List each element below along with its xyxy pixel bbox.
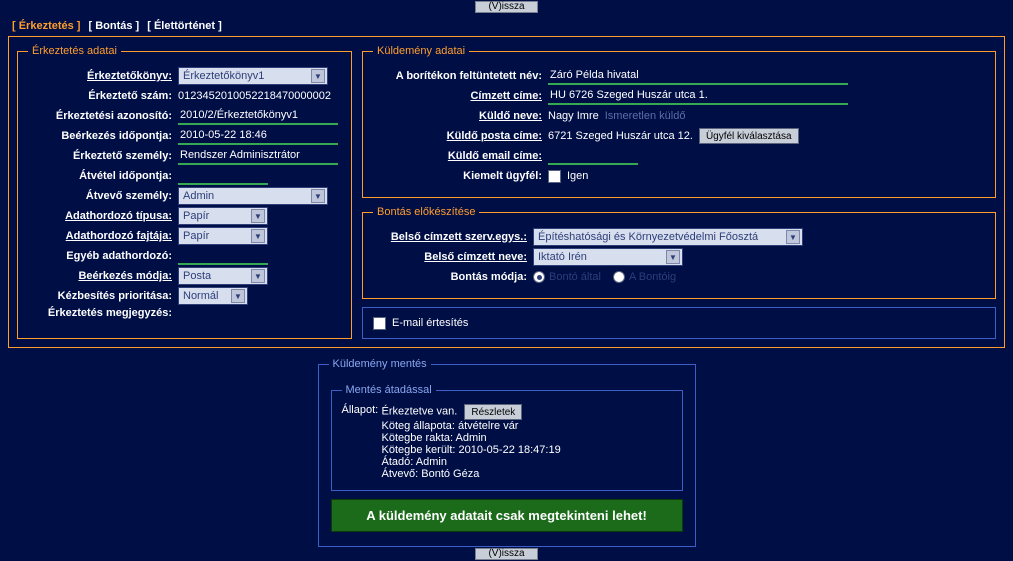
chevron-down-icon: ▼ xyxy=(231,289,245,303)
chevron-down-icon: ▼ xyxy=(311,189,325,203)
select-kprio-value: Normál xyxy=(183,290,218,302)
select-atvsz-value: Admin xyxy=(183,190,214,202)
select-adtip[interactable]: Papír ▼ xyxy=(178,207,268,225)
chevron-down-icon: ▼ xyxy=(666,250,680,264)
igen-label: Igen xyxy=(567,170,588,182)
kuldemeny-fieldset: Küldemény adatai A borítékon feltüntetet… xyxy=(362,45,996,198)
input-boritek[interactable]: Záró Példa hivatal xyxy=(548,68,848,85)
input-cimzett[interactable]: HU 6726 Szeged Huszár utca 1. xyxy=(548,88,848,105)
select-adfajta-value: Papír xyxy=(183,230,209,242)
select-bontnev-value: Iktató Irén xyxy=(538,251,587,263)
reszletek-button[interactable]: Részletek xyxy=(464,404,522,420)
input-atvido[interactable] xyxy=(178,168,268,185)
lbl-konyv[interactable]: Érkeztetőkönyv: xyxy=(28,70,178,82)
state-line2: Köteg állapota: átvételre vár xyxy=(382,420,561,432)
erkeztetes-legend: Érkeztetés adatai xyxy=(28,45,121,57)
state-line6: Átvevő: Bontó Géza xyxy=(382,468,561,480)
ugyfel-button[interactable]: Ügyfél kiválasztása xyxy=(699,128,799,144)
input-egyeb[interactable] xyxy=(178,248,268,265)
input-erksz: Rendszer Adminisztrátor xyxy=(178,148,338,165)
state-line1: Érkeztetve van. xyxy=(382,406,458,418)
chevron-down-icon: ▼ xyxy=(251,269,265,283)
back-button-top[interactable]: (V)issza xyxy=(475,1,537,13)
tab-elettortenet[interactable]: [ Élettörténet ] xyxy=(147,20,222,32)
bontas-fieldset: Bontás előkészítése Belső címzett szerv.… xyxy=(362,206,996,299)
select-beerkm-value: Posta xyxy=(183,270,211,282)
val-kuldnev: Nagy Imre xyxy=(548,110,599,122)
lbl-kuldposta[interactable]: Küldő posta címe: xyxy=(373,130,548,142)
lbl-boritek: A borítékon feltüntetett név: xyxy=(373,70,548,82)
mentes-atadassal-fieldset: Mentés átadással Állapot: Érkeztetve van… xyxy=(331,384,683,491)
lbl-beerk: Beérkezés időpontja: xyxy=(28,130,178,142)
lbl-adfajta[interactable]: Adathordozó fajtája: xyxy=(28,230,178,242)
lbl-atvsz: Átvevő személy: xyxy=(28,190,178,202)
select-bontnev[interactable]: Iktató Irén ▼ xyxy=(533,248,683,266)
kuldemeny-mentes-fieldset: Küldemény mentés Mentés átadással Állapo… xyxy=(318,358,696,547)
bottom-nav: (V)issza xyxy=(0,547,1013,561)
state-line4: Kötegbe került: 2010-05-22 18:47:19 xyxy=(382,444,561,456)
select-beerkm[interactable]: Posta ▼ xyxy=(178,267,268,285)
ismeretlen-kuldo: Ismeretlen küldő xyxy=(605,110,686,122)
chevron-down-icon: ▼ xyxy=(786,230,800,244)
chevron-down-icon: ▼ xyxy=(251,229,265,243)
select-konyv[interactable]: Érkeztetőkönyv1 ▼ xyxy=(178,67,328,85)
state-line5: Átadó: Admin xyxy=(382,456,561,468)
val-szam: 0123452010052218470000002 xyxy=(178,90,331,102)
select-kprio[interactable]: Normál ▼ xyxy=(178,287,248,305)
email-label: E-mail értesítés xyxy=(392,317,468,329)
erkeztetes-fieldset: Érkeztetés adatai Érkeztetőkönyv: Érkezt… xyxy=(17,45,352,339)
radio-bonto-altal[interactable] xyxy=(533,271,545,283)
readonly-banner: A küldemény adatait csak megtekinteni le… xyxy=(331,499,683,532)
lbl-egyeb: Egyéb adathordozó: xyxy=(28,250,178,262)
input-beerk[interactable]: 2010-05-22 18:46 xyxy=(178,128,338,145)
lbl-szam: Érkeztető szám: xyxy=(28,90,178,102)
email-fieldset: E-mail értesítés xyxy=(362,307,996,339)
lbl-megj: Érkeztetés megjegyzés: xyxy=(28,307,178,320)
tab-erkeztetes[interactable]: [ Érkeztetés ] xyxy=(12,20,80,32)
tab-bar: [ Érkeztetés ] [ Bontás ] [ Élettörténet… xyxy=(0,14,1013,36)
lbl-kuldnev[interactable]: Küldő neve: xyxy=(373,110,548,122)
radio-a-bontoig[interactable] xyxy=(613,271,625,283)
select-szerv[interactable]: Építéshatósági és Környezetvédelmi Főosz… xyxy=(533,228,803,246)
lbl-beerkm[interactable]: Beérkezés módja: xyxy=(28,270,178,282)
val-kuldposta: 6721 Szeged Huszár utca 12. xyxy=(548,130,693,142)
select-adfajta[interactable]: Papír ▼ xyxy=(178,227,268,245)
lbl-kiemelt: Kiemelt ügyfél: xyxy=(373,170,548,182)
select-konyv-value: Érkeztetőkönyv1 xyxy=(183,70,264,82)
select-adtip-value: Papír xyxy=(183,210,209,222)
lbl-adtip[interactable]: Adathordozó típusa: xyxy=(28,210,178,222)
checkbox-kiemelt[interactable] xyxy=(548,170,561,183)
tab-bontas[interactable]: [ Bontás ] xyxy=(88,20,139,32)
input-kuldemail[interactable] xyxy=(548,148,638,165)
checkbox-email[interactable] xyxy=(373,317,386,330)
kuldemeny-legend: Küldemény adatai xyxy=(373,45,469,57)
chevron-down-icon: ▼ xyxy=(251,209,265,223)
select-atvsz[interactable]: Admin ▼ xyxy=(178,187,328,205)
state-line3: Kötegbe rakta: Admin xyxy=(382,432,561,444)
input-azon: 2010/2/Érkeztetőkönyv1 xyxy=(178,108,338,125)
mentes-legend: Küldemény mentés xyxy=(329,358,431,370)
mentes-inner-legend: Mentés átadással xyxy=(342,384,436,396)
top-nav: (V)issza xyxy=(0,0,1013,14)
lbl-bontmod: Bontás módja: xyxy=(373,271,533,283)
lbl-szerv[interactable]: Belső címzett szerv.egys.: xyxy=(373,231,533,243)
lbl-atvido: Átvétel időpontja: xyxy=(28,170,178,182)
lbl-kuldemail[interactable]: Küldő email címe: xyxy=(373,150,548,162)
lbl-azon: Érkeztetési azonosító: xyxy=(28,110,178,122)
radio-label-2: A Bontóig xyxy=(629,271,676,283)
allapot-label: Állapot: xyxy=(342,404,382,480)
lbl-kprio: Kézbesítés prioritása: xyxy=(28,290,178,302)
lbl-erksz: Érkeztető személy: xyxy=(28,150,178,162)
bontas-legend: Bontás előkészítése xyxy=(373,206,479,218)
back-button-bottom[interactable]: (V)issza xyxy=(475,548,537,560)
lbl-bontnev[interactable]: Belső címzett neve: xyxy=(373,251,533,263)
radio-label-1: Bontó által xyxy=(549,271,601,283)
chevron-down-icon: ▼ xyxy=(311,69,325,83)
main-panel: Érkeztetés adatai Érkeztetőkönyv: Érkezt… xyxy=(8,36,1005,348)
select-szerv-value: Építéshatósági és Környezetvédelmi Főosz… xyxy=(538,231,758,243)
lbl-cimzett[interactable]: Címzett címe: xyxy=(373,90,548,102)
